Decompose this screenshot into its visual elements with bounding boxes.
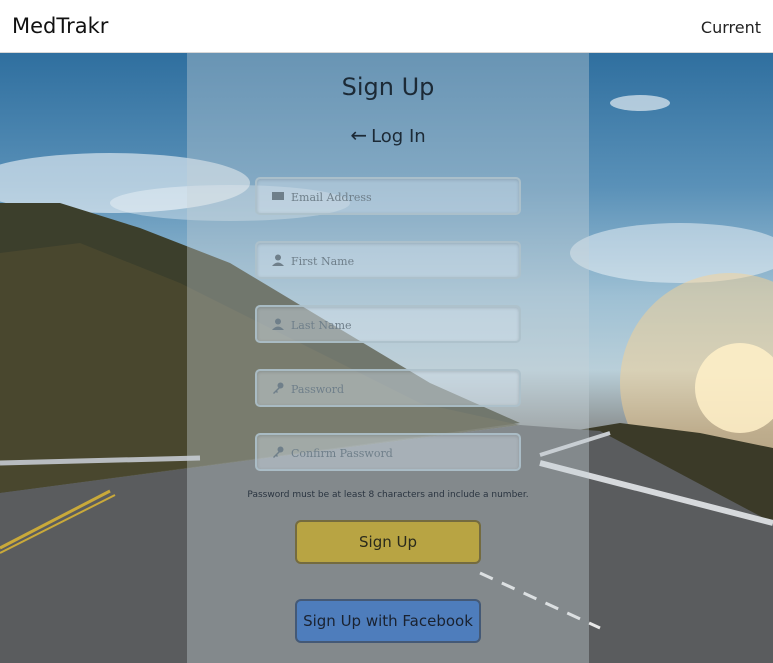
user-icon <box>272 254 284 266</box>
navbar: MedTrakr Current <box>0 0 773 53</box>
confirm-password-field[interactable] <box>255 433 521 471</box>
user-icon <box>272 318 284 330</box>
brand-logo[interactable]: MedTrakr <box>12 14 108 38</box>
login-link-label: Log In <box>371 126 426 147</box>
password-hint: Password must be at least 8 characters a… <box>247 490 529 500</box>
page-title: Sign Up <box>341 73 435 101</box>
first-name-field[interactable] <box>255 241 521 279</box>
facebook-signup-button[interactable]: Sign Up with Facebook <box>295 599 481 643</box>
nav-link-current[interactable]: Current <box>701 18 761 37</box>
confirm-password-input[interactable] <box>289 435 519 471</box>
last-name-field[interactable] <box>255 305 521 343</box>
email-field[interactable] <box>255 177 521 215</box>
arrow-left-icon: ← <box>350 123 368 147</box>
email-input[interactable] <box>289 179 519 215</box>
envelope-icon <box>272 192 284 200</box>
signup-panel: Sign Up ←Log In Password must be at leas… <box>187 53 589 663</box>
password-input[interactable] <box>289 371 519 407</box>
key-icon <box>273 382 284 394</box>
last-name-input[interactable] <box>289 307 519 343</box>
signup-button[interactable]: Sign Up <box>295 520 481 564</box>
password-field[interactable] <box>255 369 521 407</box>
first-name-input[interactable] <box>289 243 519 279</box>
key-icon <box>273 446 284 458</box>
login-link[interactable]: ← Log In <box>187 123 589 147</box>
